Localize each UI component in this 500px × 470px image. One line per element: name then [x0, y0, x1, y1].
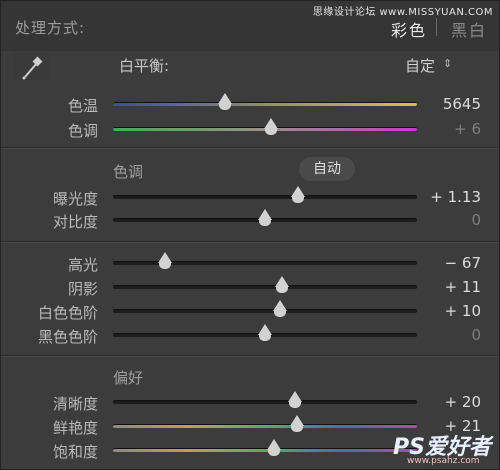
clarity-value[interactable]: + 20 [445, 393, 481, 411]
tint-slider[interactable] [264, 118, 279, 135]
exposure-slider[interactable] [291, 186, 306, 203]
treatment-separator [436, 18, 437, 36]
basic-panel: 处理方式: 彩色 黑白 思缘设计论坛 www.MISSYUAN.COM 白平衡:… [0, 0, 500, 470]
highlights-row: 高光 − 67 [1, 252, 499, 274]
whites-track[interactable] [113, 309, 417, 313]
presence-section-title: 偏好 [113, 369, 144, 387]
exposure-label: 曝光度 [52, 190, 98, 208]
temperature-row: 色温 5645 [1, 93, 499, 115]
section-divider [1, 355, 499, 357]
treatment-bar: 处理方式: 彩色 黑白 思缘设计论坛 www.MISSYUAN.COM [1, 1, 499, 51]
shadows-value[interactable]: + 11 [445, 278, 481, 296]
eyedropper-icon[interactable] [13, 53, 49, 81]
whites-label: 白色色阶 [37, 304, 98, 322]
highlights-label: 高光 [67, 256, 98, 274]
shadows-slider[interactable] [274, 276, 289, 293]
whites-value[interactable]: + 10 [445, 302, 481, 320]
blacks-row: 黑色色阶 0 [1, 324, 499, 346]
shadows-label: 阴影 [67, 280, 98, 298]
contrast-value[interactable]: 0 [471, 211, 481, 229]
saturation-slider[interactable] [267, 439, 282, 456]
section-divider [1, 241, 499, 243]
blacks-slider[interactable] [258, 324, 272, 341]
whites-slider[interactable] [273, 300, 288, 317]
highlights-value[interactable]: − 67 [445, 254, 481, 272]
exposure-value[interactable]: + 1.13 [430, 188, 481, 206]
treatment-bw-option[interactable]: 黑白 [451, 17, 487, 41]
treatment-color-option[interactable]: 彩色 [391, 17, 427, 41]
tint-value[interactable]: + 6 [454, 120, 481, 138]
watermark-url: www.psahz.com [407, 456, 480, 466]
exposure-track[interactable] [113, 195, 417, 199]
tone-section-title: 色调 [113, 163, 144, 181]
saturation-track[interactable] [113, 448, 417, 452]
blacks-value[interactable]: 0 [471, 326, 481, 344]
highlights-slider[interactable] [157, 252, 172, 269]
clarity-label: 清晰度 [52, 395, 98, 413]
contrast-row: 对比度 0 [1, 209, 499, 231]
contrast-slider[interactable] [258, 209, 272, 226]
clarity-track[interactable] [113, 400, 417, 404]
shadows-row: 阴影 + 11 [1, 276, 499, 298]
temperature-track[interactable] [113, 102, 417, 106]
exposure-row: 曝光度 + 1.13 [1, 186, 499, 208]
auto-tone-button[interactable]: 自动 [299, 157, 355, 181]
temperature-label: 色温 [67, 97, 98, 115]
blacks-label: 黑色色阶 [37, 328, 98, 346]
temperature-slider[interactable] [218, 93, 233, 110]
shadows-track[interactable] [113, 285, 417, 289]
vibrance-track[interactable] [113, 424, 417, 428]
preset-stepper-icon[interactable]: ⇕ [443, 57, 452, 70]
clarity-slider[interactable] [288, 391, 303, 408]
vibrance-label: 鲜艳度 [52, 419, 98, 437]
temperature-value[interactable]: 5645 [443, 95, 481, 113]
saturation-label: 饱和度 [52, 443, 98, 461]
treatment-label: 处理方式: [15, 19, 86, 37]
whites-row: 白色色阶 + 10 [1, 300, 499, 322]
vibrance-slider[interactable] [289, 415, 304, 432]
section-divider [1, 147, 499, 149]
white-balance-preset[interactable]: 自定 [405, 55, 435, 76]
contrast-label: 对比度 [52, 213, 98, 231]
tint-row: 色调 + 6 [1, 118, 499, 140]
tint-label: 色调 [67, 122, 98, 140]
clarity-row: 清晰度 + 20 [1, 391, 499, 413]
watermark-top: 思缘设计论坛 www.MISSYUAN.COM [312, 7, 493, 18]
white-balance-label: 白平衡: [119, 57, 170, 75]
